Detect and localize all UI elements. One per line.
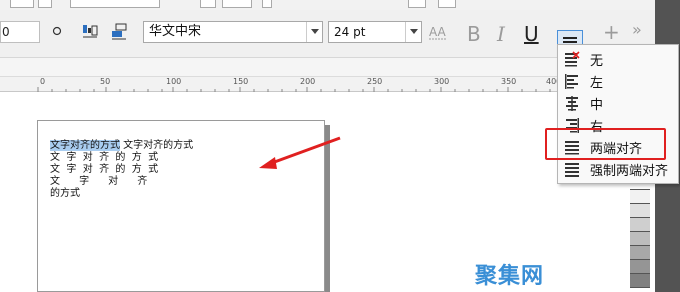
align-center-icon (562, 93, 582, 113)
menu-item-align-force-justify[interactable]: 强制两端对齐 (558, 158, 678, 180)
ruler-tick-label: 150 (233, 77, 249, 86)
menu-item-label: 强制两端对齐 (590, 163, 669, 179)
ruler-tick-label: 300 (434, 77, 450, 86)
text-line-content: 的方式 (50, 188, 80, 199)
circle-icon[interactable] (50, 24, 64, 38)
menu-item-label: 中 (590, 97, 604, 113)
color-swatch[interactable] (630, 274, 650, 288)
chevron-down-icon[interactable] (405, 22, 421, 42)
ruler-tick-label: 350 (501, 77, 517, 86)
font-size-select[interactable]: 24 pt (328, 21, 422, 43)
color-swatch[interactable] (630, 232, 650, 246)
text-line-content: 文 字 对 齐 的 方 式 (50, 164, 159, 175)
menu-item-align-none[interactable]: 无 (558, 48, 678, 70)
ruler-tick-label: 100 (166, 77, 182, 86)
add-button[interactable]: + (603, 20, 620, 44)
align-left-icon (562, 71, 582, 91)
underline-button[interactable]: U (524, 22, 539, 46)
font-scale-icon[interactable]: AA (428, 22, 448, 42)
bold-button[interactable]: B (467, 22, 481, 46)
selected-text[interactable]: 文字对齐的方式 (50, 140, 120, 151)
font-size-value: 24 pt (334, 25, 366, 39)
font-family-select[interactable]: 华文中宋 (143, 21, 323, 43)
more-options-button[interactable]: » (632, 20, 642, 39)
text-line-content: 文 字 对 齐 的 方 式 (50, 152, 159, 163)
toolbar-button[interactable] (10, 0, 34, 8)
color-swatch[interactable] (630, 218, 650, 232)
annotation-highlight-box (545, 128, 666, 160)
toolbar-button[interactable] (438, 0, 456, 8)
upper-toolbar (0, 0, 655, 10)
menu-item-label: 无 (590, 53, 604, 69)
svg-text:AA: AA (429, 25, 447, 39)
font-family-value: 华文中宋 (149, 24, 202, 39)
menu-item-label: 左 (590, 75, 604, 91)
text-line[interactable]: 文字对齐的方式 文字对齐的方式 (50, 140, 193, 151)
text-line[interactable]: 文 字 对 齐 的 方 式 (50, 164, 158, 175)
text-line[interactable]: 文 字 对 齐 的 方 式 (50, 152, 158, 163)
align-none-icon (562, 49, 582, 69)
ruler-tick-label: 50 (100, 77, 111, 86)
text-line[interactable]: 的方式 (50, 188, 80, 199)
text-line-content: 文 字 对 齐 (50, 176, 148, 187)
ruler-tick-label: 0 (40, 77, 46, 86)
toolbar-button[interactable] (222, 0, 252, 8)
watermark: 聚集网 (475, 264, 545, 289)
toolbar-button[interactable] (38, 0, 52, 8)
align-force-justify-icon (562, 159, 582, 179)
color-swatch[interactable] (630, 246, 650, 260)
number-field[interactable]: 0 (0, 21, 40, 43)
ruler-tick-label: 250 (367, 77, 383, 86)
toolbar-button[interactable] (408, 0, 426, 8)
annotation-arrow (259, 136, 341, 169)
text-line[interactable]: 文 字 对 齐 (50, 176, 147, 187)
ruler-tick-label: 200 (300, 77, 316, 86)
text-orientation-icon[interactable] (80, 20, 100, 42)
chevron-down-icon[interactable] (306, 22, 322, 42)
text-line-content: 文字对齐的方式 (120, 140, 194, 151)
menu-item-align-left[interactable]: 左 (558, 70, 678, 92)
menu-item-align-center[interactable]: 中 (558, 92, 678, 114)
toolbar-button[interactable] (200, 0, 216, 8)
color-palette (630, 176, 650, 292)
color-swatch[interactable] (630, 204, 650, 218)
italic-button[interactable]: I (497, 22, 505, 46)
color-swatch[interactable] (630, 190, 650, 204)
toolbar-button[interactable] (262, 0, 272, 8)
text-frame-icon[interactable] (108, 20, 130, 42)
alignment-menu: 无 左 中 右 两端对齐 强制两端对齐 (557, 44, 679, 184)
color-swatch[interactable] (630, 260, 650, 274)
toolbar-field[interactable] (70, 0, 160, 8)
